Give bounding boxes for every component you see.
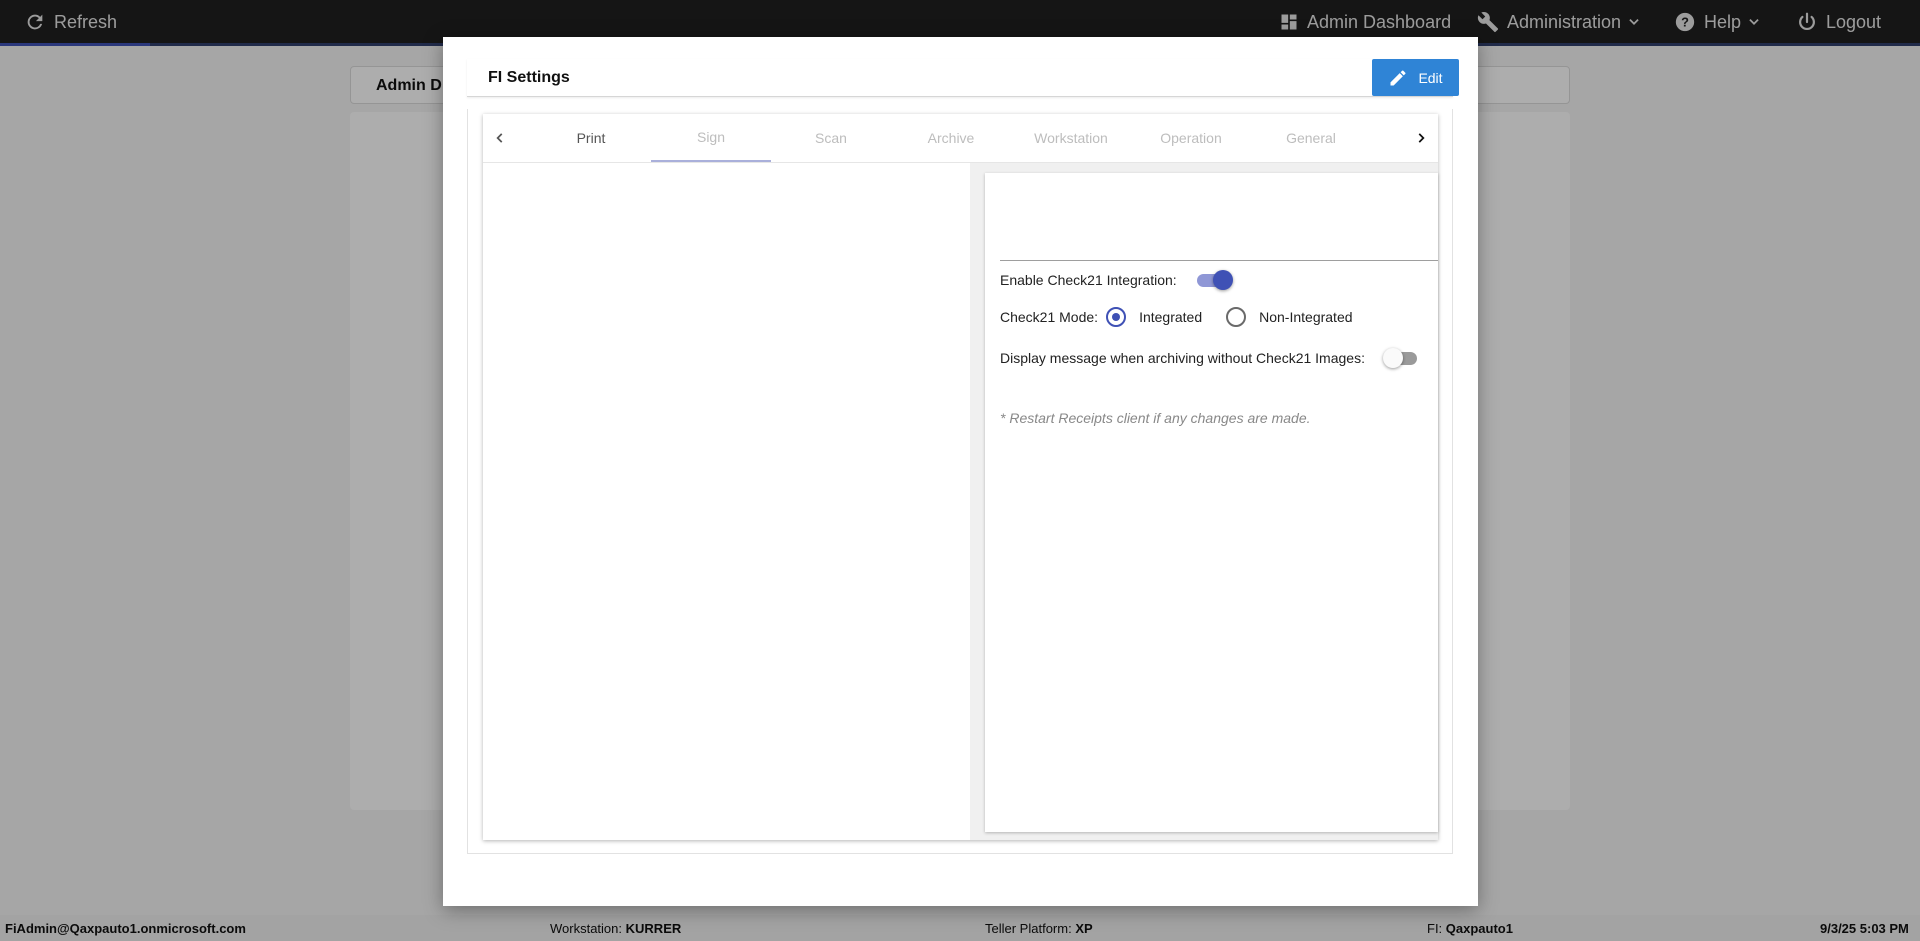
radio-non-integrated-label[interactable]: Non-Integrated	[1259, 309, 1352, 325]
modal-title: FI Settings	[488, 69, 570, 86]
settings-tabs-card: Print Sign Scan Archive Workstation Oper…	[483, 114, 1438, 840]
radio-non-integrated[interactable]	[1226, 307, 1247, 327]
chevron-left-icon	[496, 133, 503, 143]
fi-settings-modal: FI Settings Edit Print Sign Scan Archive…	[443, 37, 1478, 906]
display-message-row: Display message when archiving without C…	[1000, 348, 1419, 368]
tab-sign[interactable]: Sign	[651, 114, 771, 162]
tab-general[interactable]: General	[1251, 114, 1371, 162]
enable-check21-label: Enable Check21 Integration:	[1000, 272, 1177, 288]
modal-header: FI Settings	[467, 59, 1453, 97]
tab-strip: Print Sign Scan Archive Workstation Oper…	[517, 114, 1404, 162]
tab-scroll-left[interactable]	[483, 114, 517, 162]
display-message-toggle[interactable]	[1382, 348, 1419, 368]
tab-scroll-right[interactable]	[1404, 114, 1438, 162]
check21-settings-card: Enable Check21 Integration: Check21 Mode…	[985, 173, 1438, 832]
chevron-right-icon	[1418, 133, 1425, 143]
toggle-knob	[1212, 270, 1233, 290]
display-message-label: Display message when archiving without C…	[1000, 350, 1365, 366]
tab-bar: Print Sign Scan Archive Workstation Oper…	[483, 114, 1438, 163]
radio-integrated[interactable]	[1106, 307, 1127, 327]
tab-scan[interactable]: Scan	[771, 114, 891, 162]
edit-label: Edit	[1418, 69, 1443, 86]
edit-button[interactable]: Edit	[1372, 59, 1459, 96]
toggle-knob	[1382, 348, 1403, 368]
enable-check21-row: Enable Check21 Integration:	[1000, 270, 1233, 290]
tab-print[interactable]: Print	[531, 114, 651, 162]
enable-check21-toggle[interactable]	[1195, 270, 1233, 290]
tab-archive[interactable]: Archive	[891, 114, 1011, 162]
section-divider	[1000, 260, 1438, 261]
check21-mode-row: Check21 Mode: Integrated Non-Integrated	[1000, 307, 1353, 327]
restart-note: * Restart Receipts client if any changes…	[1000, 410, 1311, 426]
tab-operation[interactable]: Operation	[1131, 114, 1251, 162]
radio-integrated-label[interactable]: Integrated	[1139, 309, 1202, 325]
check21-mode-label: Check21 Mode:	[1000, 309, 1099, 325]
left-pane	[483, 163, 970, 840]
tab-workstation[interactable]: Workstation	[1011, 114, 1131, 162]
tab-next-partial[interactable]: F	[1371, 114, 1404, 162]
pencil-icon	[1390, 69, 1406, 85]
